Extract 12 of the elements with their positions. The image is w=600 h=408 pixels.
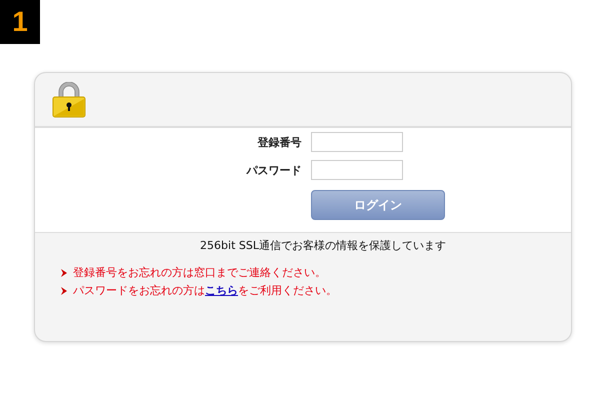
chevron-icon — [61, 268, 67, 276]
chevron-icon — [61, 286, 67, 294]
help-note: 登録番号をお忘れの方は窓口までご連絡ください。 — [73, 265, 326, 280]
help-note: パスワードをお忘れの方はこちら をご利用ください。 — [73, 283, 337, 298]
security-note: 256bit SSL通信でお客様の情報を保護しています — [199, 238, 447, 253]
field-label: パスワード — [245, 162, 302, 178]
input-field[interactable] — [310, 160, 402, 180]
field-label: 登録番号 — [256, 134, 302, 150]
input-field[interactable] — [310, 132, 402, 152]
step-number: 1 — [0, 0, 40, 44]
help-link[interactable]: こちら — [205, 284, 238, 297]
padlock-icon — [52, 82, 86, 118]
